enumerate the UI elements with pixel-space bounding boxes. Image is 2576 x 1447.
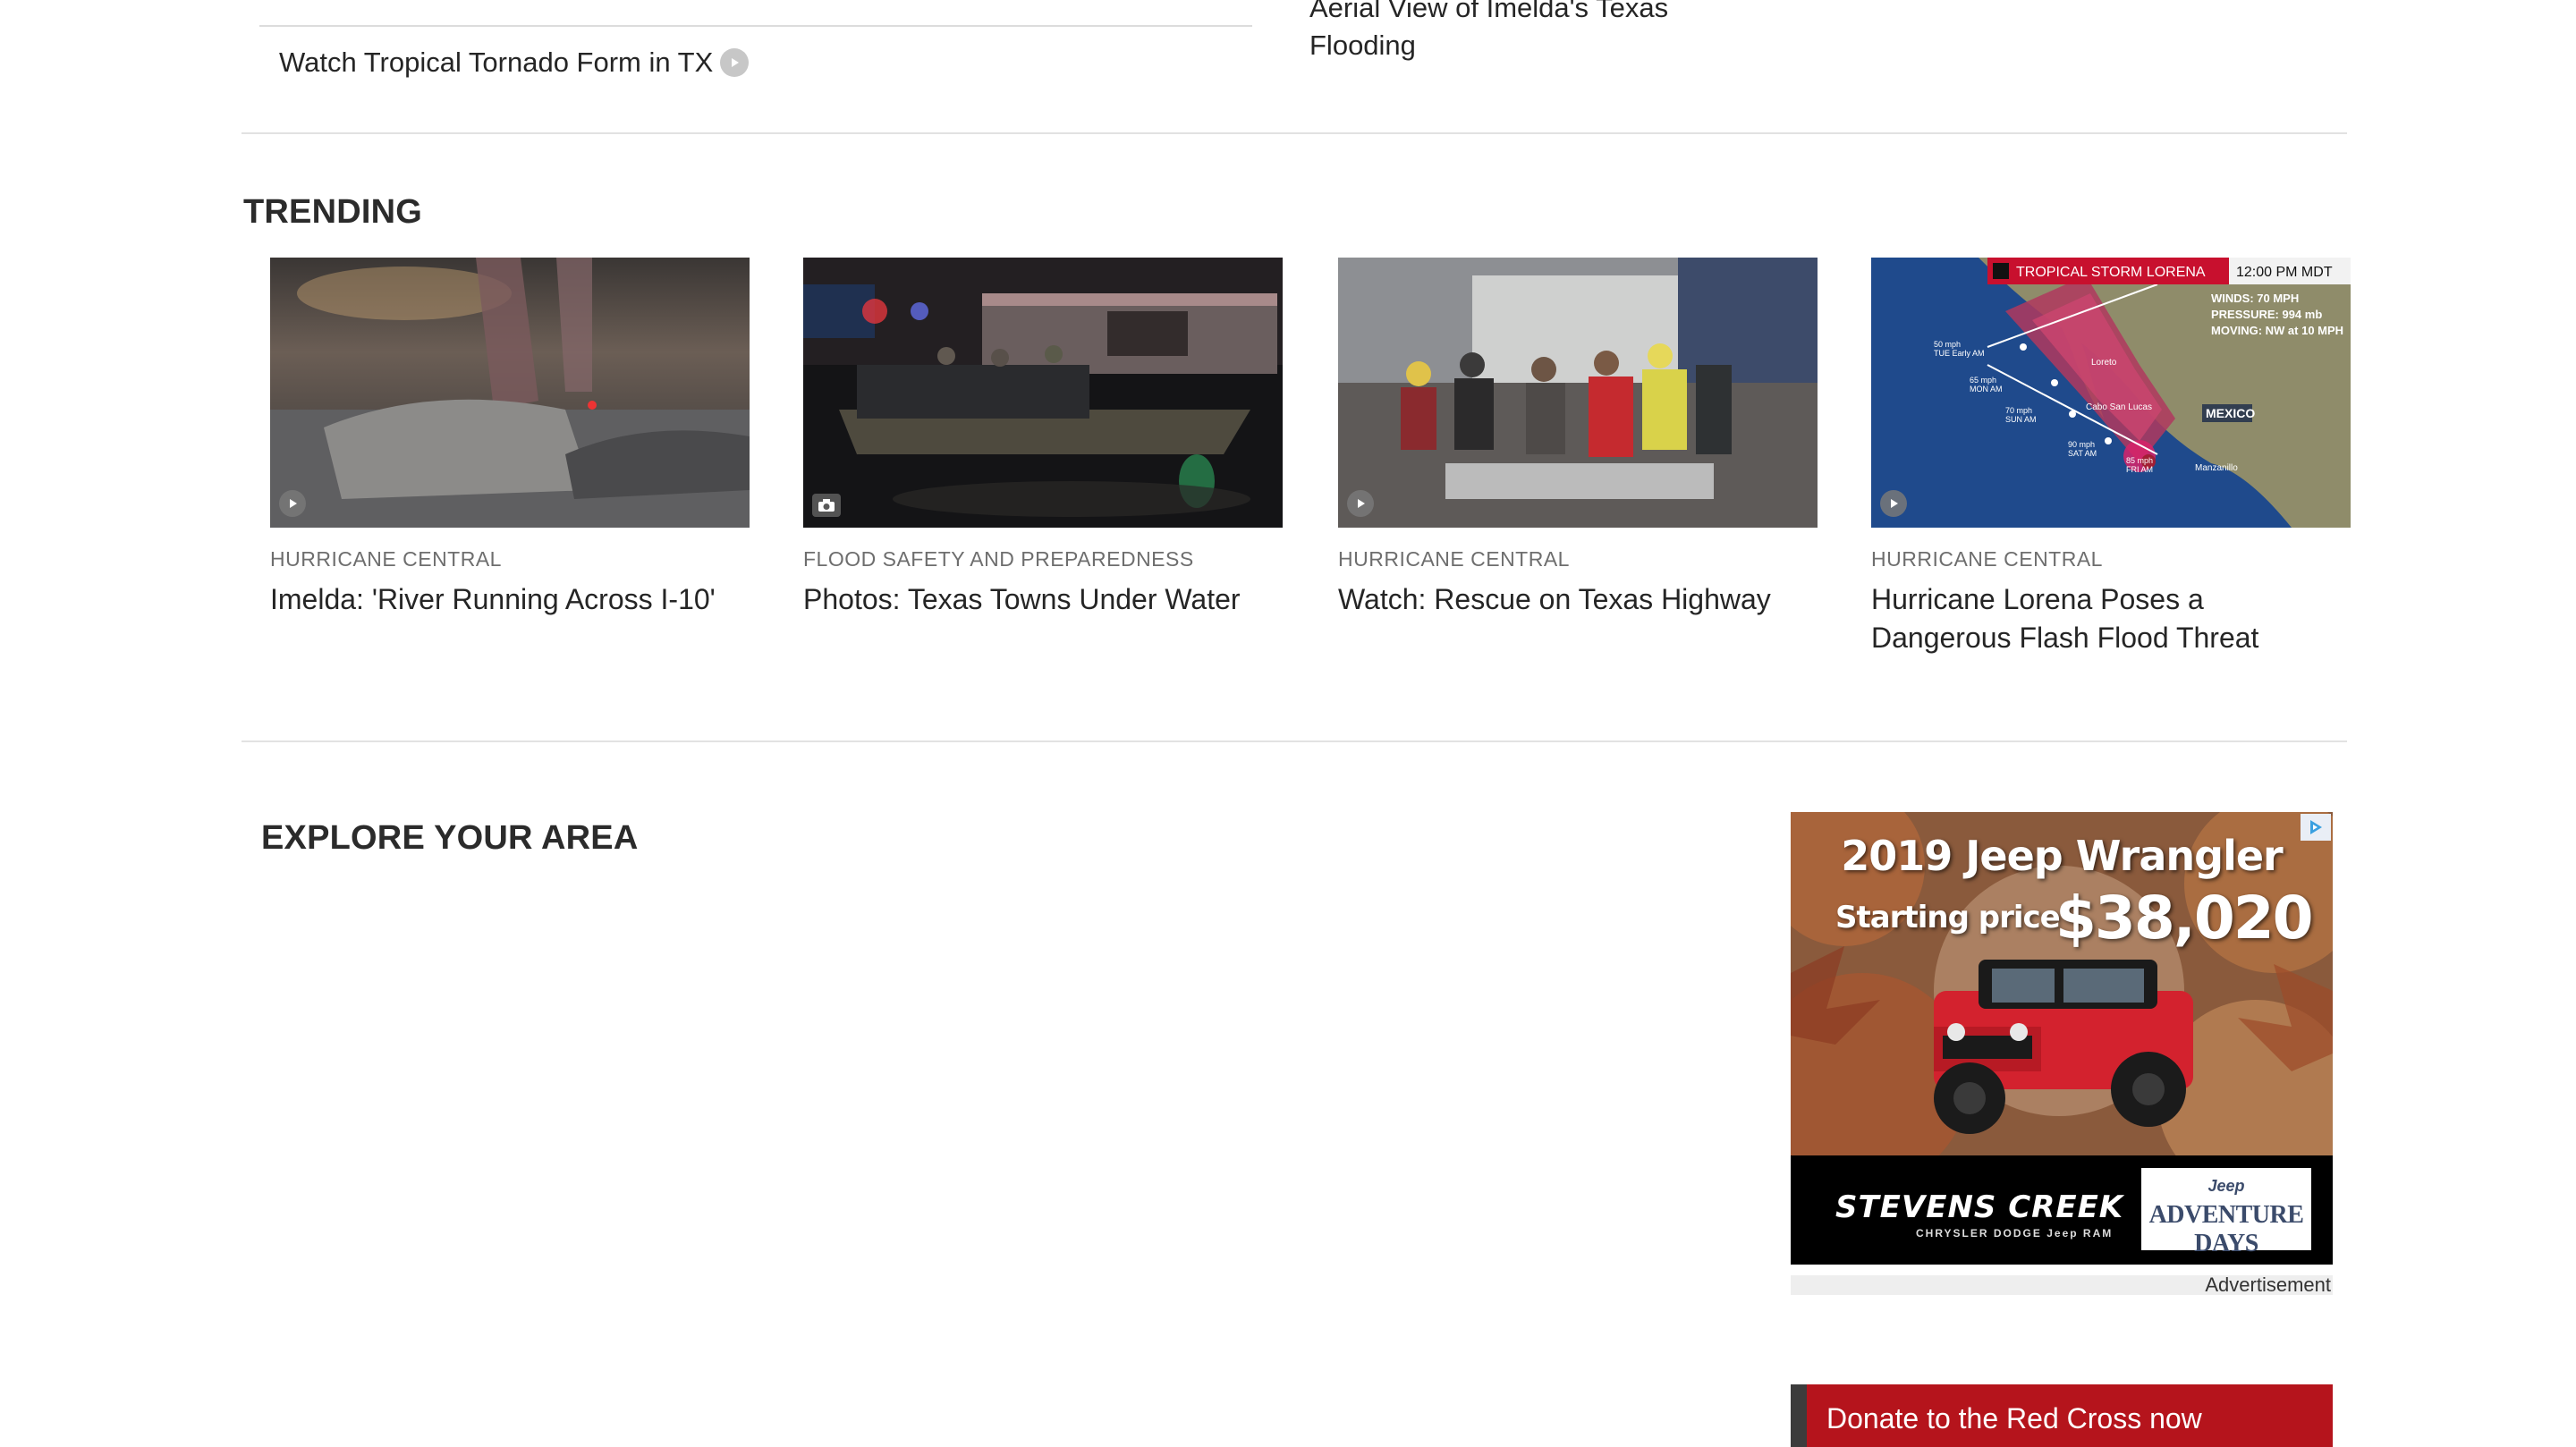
card-title[interactable]: Photos: Texas Towns Under Water: [803, 580, 1283, 619]
card-category[interactable]: FLOOD SAFETY AND PREPAREDNESS: [803, 547, 1283, 571]
card-category[interactable]: HURRICANE CENTRAL: [270, 547, 750, 571]
card-title[interactable]: Hurricane Lorena Poses a Dangerous Flash…: [1871, 580, 2351, 657]
explore-heading: EXPLORE YOUR AREA: [261, 819, 639, 857]
donate-label: Donate to the Red Cross now: [1826, 1402, 2202, 1434]
storm-winds: WINDS: 70 MPH: [2211, 292, 2299, 305]
ad-promo-logo: Jeep ADVENTURE DAYS: [2141, 1168, 2311, 1257]
card-title[interactable]: Watch: Rescue on Texas Highway: [1338, 580, 1818, 619]
forecast-point-label: TUE Early AM: [1934, 349, 1985, 358]
map-country-label: MEXICO: [2206, 406, 2255, 420]
ad-starting-label: Starting price: [1835, 900, 2061, 935]
forecast-point-label: SAT AM: [2068, 449, 2097, 458]
map-place-label: Loreto: [2091, 358, 2117, 368]
card-title[interactable]: Imelda: 'River Running Across I-10': [270, 580, 750, 619]
card-category[interactable]: HURRICANE CENTRAL: [1338, 547, 1818, 571]
trending-thumbnail[interactable]: [1338, 258, 1818, 528]
play-icon: [1347, 490, 1374, 517]
ad-dealer-name: STEVENS CREEK: [1835, 1189, 2124, 1225]
ad-logo-brand: Jeep: [2207, 1177, 2245, 1195]
forecast-point-label: 90 mph: [2068, 440, 2095, 449]
storm-pressure: PRESSURE: 994 mb: [2211, 308, 2322, 321]
trending-thumbnail[interactable]: [803, 258, 1283, 528]
storm-moving: MOVING: NW at 10 MPH: [2211, 324, 2343, 337]
forecast-point-label: SUN AM: [2005, 415, 2037, 424]
trending-card[interactable]: TROPICAL STORM LORENA 12:00 PM MDT WINDS…: [1871, 258, 2351, 657]
storm-time: 12:00 PM MDT: [2236, 265, 2333, 280]
ad-logo-title: ADVENTURE DAYS: [2148, 1201, 2304, 1257]
advertisement-banner[interactable]: 2019 Jeep Wrangler Starting price $38,02…: [1791, 812, 2333, 1265]
forecast-point-label: 85 mph: [2126, 456, 2153, 465]
forecast-point-label: MON AM: [1970, 385, 2003, 393]
related-video-title: Watch Tropical Tornado Form in TX: [279, 47, 714, 78]
forecast-point-label: 50 mph: [1934, 340, 1961, 349]
trending-card[interactable]: HURRICANE CENTRAL Watch: Rescue on Texas…: [1338, 258, 1818, 619]
map-place-label: Manzanillo: [2195, 463, 2238, 473]
donate-red-cross-button[interactable]: Donate to the Red Cross now: [1791, 1384, 2333, 1447]
play-icon: [720, 48, 750, 77]
map-place-label: Cabo San Lucas: [2086, 402, 2152, 412]
trending-thumbnail[interactable]: TROPICAL STORM LORENA 12:00 PM MDT WINDS…: [1871, 258, 2351, 528]
ad-headline: 2019 Jeep Wrangler: [1841, 832, 2283, 880]
forecast-point-label: 70 mph: [2005, 406, 2032, 415]
play-icon: [279, 490, 306, 517]
forecast-point-label: FRI AM: [2126, 465, 2153, 474]
trending-card[interactable]: FLOOD SAFETY AND PREPAREDNESS Photos: Te…: [803, 258, 1283, 619]
ad-brand-list: CHRYSLER DODGE Jeep RAM: [1916, 1227, 2114, 1240]
divider: [259, 25, 1252, 27]
play-icon: [1880, 490, 1907, 517]
section-divider: [242, 132, 2347, 134]
ad-dealer-bar: STEVENS CREEK CHRYSLER DODGE Jeep RAM Je…: [1791, 1155, 2333, 1265]
trending-heading: TRENDING: [243, 193, 423, 231]
section-divider: [242, 740, 2347, 742]
camera-icon: [812, 494, 841, 517]
forecast-point-label: 65 mph: [1970, 376, 1996, 385]
related-video-link[interactable]: Watch Tropical Tornado Form in TX: [279, 47, 750, 79]
ad-price: $38,020: [2055, 884, 2314, 952]
related-article-link[interactable]: Aerial View of Imelda's Texas Flooding: [1309, 0, 1775, 64]
advertisement-label: Advertisement: [2205, 1274, 2331, 1296]
card-category[interactable]: HURRICANE CENTRAL: [1871, 547, 2351, 571]
storm-label: TROPICAL STORM LORENA: [2016, 265, 2206, 280]
trending-thumbnail[interactable]: [270, 258, 750, 528]
trending-card[interactable]: HURRICANE CENTRAL Imelda: 'River Running…: [270, 258, 750, 619]
